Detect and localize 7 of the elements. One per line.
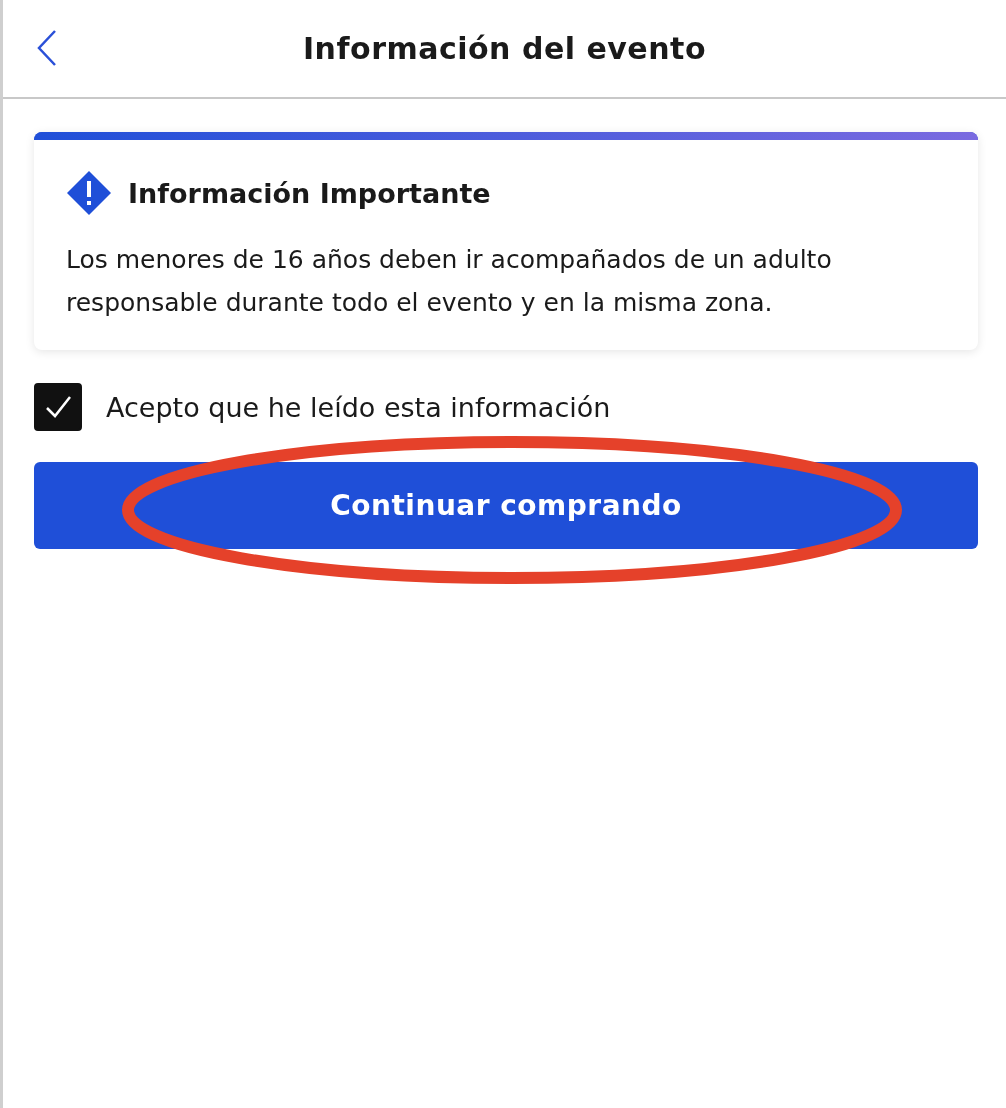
- page-title: Información del evento: [302, 31, 707, 66]
- notice-text: Los menores de 16 años deben ir acompañados de un adulto responsable durante todo el evento y en la misma zona.: [66, 244, 833, 319]
- checkbox[interactable]: [34, 383, 82, 431]
- notice-title: Información Importante: [128, 177, 491, 209]
- warning-icon: [66, 170, 112, 216]
- consent-label: Acepto que he leído esta información: [106, 391, 611, 423]
- continue-button[interactable]: Continuar comprando: [34, 462, 978, 549]
